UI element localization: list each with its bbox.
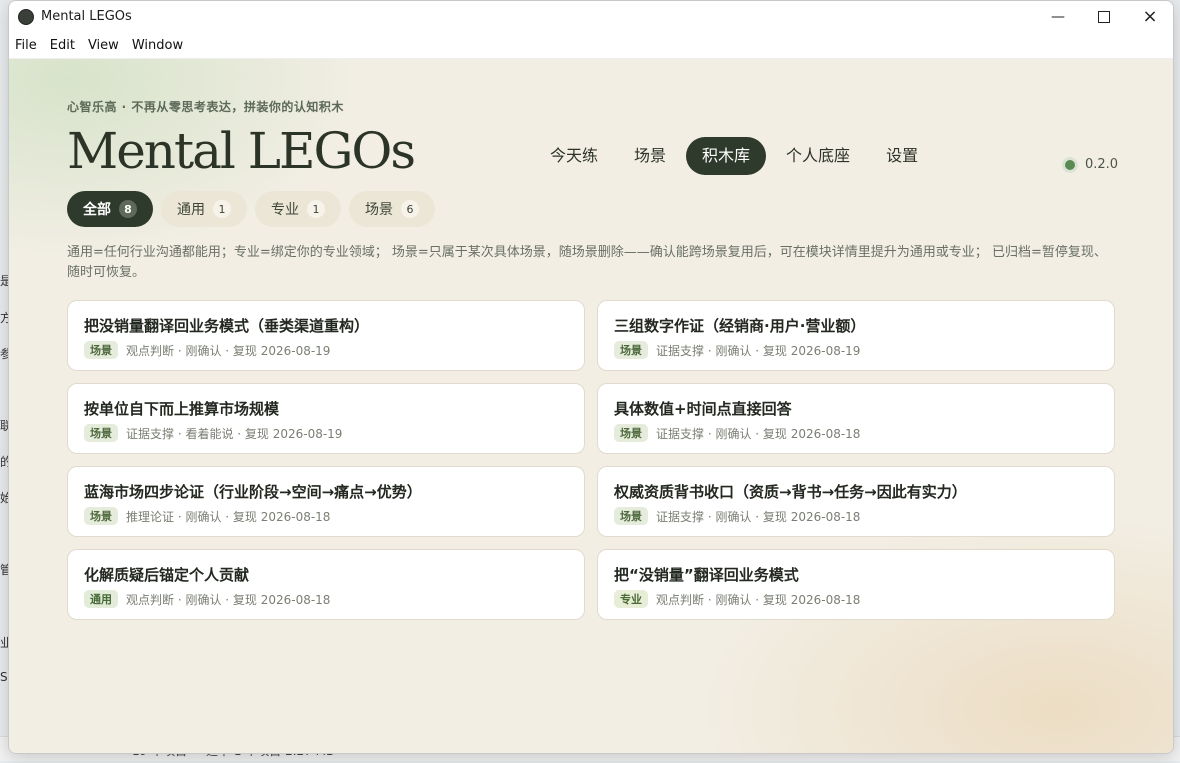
card-title: 按单位自下而上推算市场规模: [84, 400, 280, 418]
maximize-icon: [1098, 10, 1110, 23]
card-title: 三组数字作证（经销商·用户·营业额）: [614, 317, 866, 335]
card-meta-text: 证据支撑 · 看着能说 · 复现 2026-08-19: [126, 426, 343, 441]
category-badge: 场景: [84, 507, 118, 525]
category-badge: 专业: [614, 590, 648, 608]
card-meta-text: 推理论证 · 刚确认 · 复现 2026-08-18: [126, 509, 331, 524]
nav-item-today[interactable]: 今天练: [534, 137, 614, 175]
status-dot-icon: [1065, 159, 1075, 170]
nav-item-profile[interactable]: 个人底座: [770, 137, 866, 175]
filter-label: 场景: [365, 202, 393, 218]
background-text: S: [0, 670, 8, 684]
close-button[interactable]: ×: [1127, 1, 1173, 32]
nav-item-library[interactable]: 积木库: [686, 137, 767, 175]
filter-scene[interactable]: 场景 6: [349, 191, 435, 227]
window-controls: — ×: [1035, 1, 1173, 32]
filter-chips: 全部 8 通用 1 专业 1 场景 6: [67, 191, 443, 227]
category-badge: 通用: [84, 590, 118, 608]
app-logo: Mental LEGOs: [67, 122, 416, 180]
lego-card[interactable]: 把“没销量”翻译回业务模式 专业 观点判断 · 刚确认 · 复现 2026-08…: [597, 549, 1115, 620]
category-badge: 场景: [614, 424, 648, 442]
minimize-icon: —: [1051, 8, 1065, 25]
main-nav: 今天练 场景 积木库 个人底座 设置: [534, 137, 938, 175]
close-icon: ×: [1142, 6, 1158, 27]
window-title: Mental LEGOs: [41, 9, 132, 24]
lego-card[interactable]: 按单位自下而上推算市场规模 场景 证据支撑 · 看着能说 · 复现 2026-0…: [67, 383, 585, 454]
lego-card[interactable]: 化解质疑后锚定个人贡献 通用 观点判断 · 刚确认 · 复现 2026-08-1…: [67, 549, 585, 620]
card-meta-text: 证据支撑 · 刚确认 · 复现 2026-08-19: [656, 343, 861, 358]
title-bar[interactable]: Mental LEGOs — ×: [9, 1, 1173, 32]
menu-window[interactable]: Window: [132, 38, 190, 53]
card-meta-text: 观点判断 · 刚确认 · 复现 2026-08-18: [656, 592, 861, 607]
card-meta: 场景 证据支撑 · 刚确认 · 复现 2026-08-19: [614, 341, 1098, 359]
menu-file[interactable]: File: [15, 38, 44, 53]
minimize-button[interactable]: —: [1035, 1, 1081, 32]
main-content: 心智乐高 · 不再从零思考表达，拼装你的认知积木 Mental LEGOs 今天…: [9, 59, 1173, 753]
filter-count: 8: [119, 200, 137, 218]
filter-label: 通用: [177, 202, 205, 218]
card-meta-text: 观点判断 · 刚确认 · 复现 2026-08-19: [126, 343, 331, 358]
menu-bar: File Edit View Window: [9, 32, 1173, 59]
filter-label: 全部: [83, 202, 111, 218]
lego-card[interactable]: 蓝海市场四步论证（行业阶段→空间→痛点→优势） 场景 推理论证 · 刚确认 · …: [67, 466, 585, 537]
card-meta: 专业 观点判断 · 刚确认 · 复现 2026-08-18: [614, 590, 1098, 608]
card-title: 化解质疑后锚定个人贡献: [84, 566, 250, 584]
card-title: 把“没销量”翻译回业务模式: [614, 566, 799, 584]
lego-card[interactable]: 三组数字作证（经销商·用户·营业额） 场景 证据支撑 · 刚确认 · 复现 20…: [597, 300, 1115, 371]
card-title: 把没销量翻译回业务模式（垂类渠道重构）: [84, 317, 370, 335]
card-meta: 场景 推理论证 · 刚确认 · 复现 2026-08-18: [84, 507, 568, 525]
filter-all[interactable]: 全部 8: [67, 191, 153, 227]
filter-count: 1: [213, 200, 231, 218]
card-title: 具体数值+时间点直接回答: [614, 400, 792, 418]
card-meta: 场景 证据支撑 · 刚确认 · 复现 2026-08-18: [614, 507, 1098, 525]
category-badge: 场景: [614, 507, 648, 525]
card-meta: 场景 证据支撑 · 刚确认 · 复现 2026-08-18: [614, 424, 1098, 442]
card-meta: 通用 观点判断 · 刚确认 · 复现 2026-08-18: [84, 590, 568, 608]
card-meta-text: 观点判断 · 刚确认 · 复现 2026-08-18: [126, 592, 331, 607]
lego-card-grid: 把没销量翻译回业务模式（垂类渠道重构） 场景 观点判断 · 刚确认 · 复现 2…: [67, 300, 1115, 620]
card-meta-text: 证据支撑 · 刚确认 · 复现 2026-08-18: [656, 509, 861, 524]
card-title: 权威资质背书收口（资质→背书→任务→因此有实力）: [614, 483, 967, 501]
card-title: 蓝海市场四步论证（行业阶段→空间→痛点→优势）: [84, 483, 422, 501]
menu-edit[interactable]: Edit: [50, 38, 82, 53]
filter-label: 专业: [271, 202, 299, 218]
category-badge: 场景: [84, 341, 118, 359]
category-badge: 场景: [84, 424, 118, 442]
maximize-button[interactable]: [1081, 1, 1127, 32]
card-meta: 场景 观点判断 · 刚确认 · 复现 2026-08-19: [84, 341, 568, 359]
nav-item-settings[interactable]: 设置: [870, 137, 934, 175]
filter-count: 1: [307, 200, 325, 218]
filter-professional[interactable]: 专业 1: [255, 191, 341, 227]
card-meta-text: 证据支撑 · 刚确认 · 复现 2026-08-18: [656, 426, 861, 441]
version-label: 0.2.0: [1085, 157, 1119, 172]
lego-card[interactable]: 具体数值+时间点直接回答 场景 证据支撑 · 刚确认 · 复现 2026-08-…: [597, 383, 1115, 454]
card-meta: 场景 证据支撑 · 看着能说 · 复现 2026-08-19: [84, 424, 568, 442]
lego-card[interactable]: 权威资质背书收口（资质→背书→任务→因此有实力） 场景 证据支撑 · 刚确认 ·…: [597, 466, 1115, 537]
filter-count: 6: [401, 200, 419, 218]
version-indicator: 0.2.0: [1065, 157, 1118, 172]
filter-general[interactable]: 通用 1: [161, 191, 247, 227]
app-window: Mental LEGOs — × File Edit View Window 心…: [8, 0, 1174, 754]
category-badge: 场景: [614, 341, 648, 359]
lego-card[interactable]: 把没销量翻译回业务模式（垂类渠道重构） 场景 观点判断 · 刚确认 · 复现 2…: [67, 300, 585, 371]
app-icon: [18, 8, 34, 25]
category-description: 通用=任何行业沟通都能用；专业=绑定你的专业领域； 场景=只属于某次具体场景，随…: [67, 245, 1107, 280]
menu-view[interactable]: View: [88, 38, 126, 53]
nav-item-scenes[interactable]: 场景: [618, 137, 682, 175]
